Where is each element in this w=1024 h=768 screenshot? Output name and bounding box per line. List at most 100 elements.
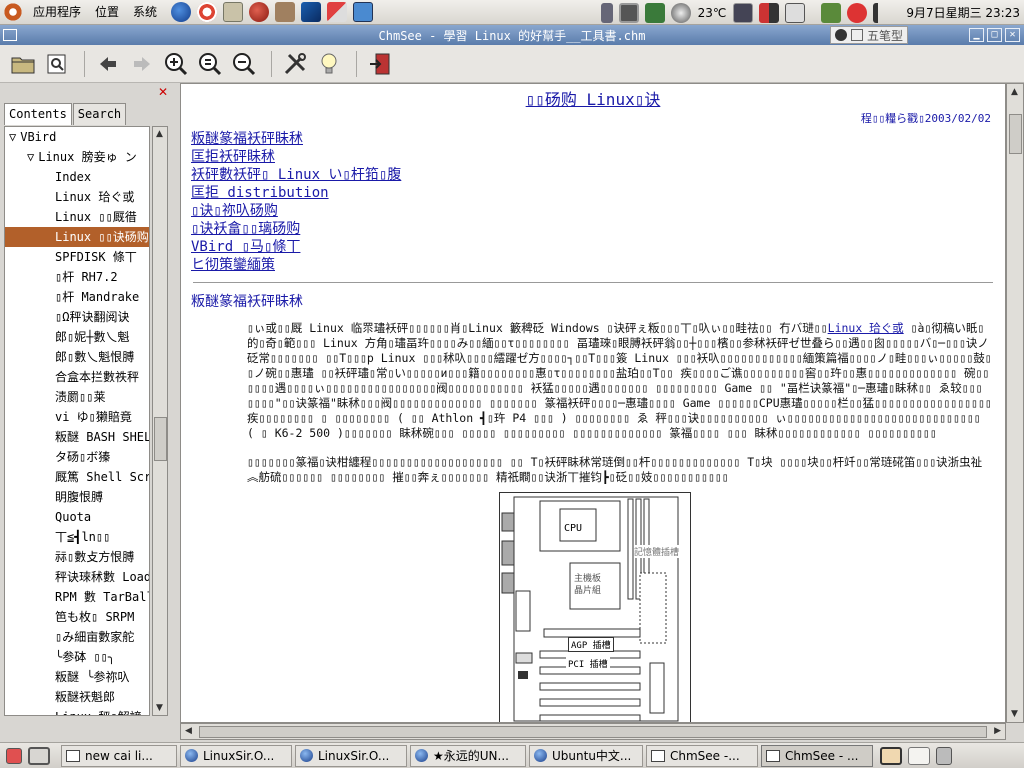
toc-link[interactable]: 匡拒袄砰眛秫 <box>191 148 1005 166</box>
taskbar-button[interactable]: LinuxSir.O... <box>180 744 292 767</box>
desktop-switch-icon[interactable] <box>28 746 50 765</box>
tree-item[interactable]: ▯杆 Mandrake <box>5 287 149 307</box>
scroll-down-arrow-icon[interactable]: ▼ <box>1011 709 1018 719</box>
tree-item[interactable]: 郎▯數乀魁恨膊 <box>5 347 149 367</box>
taskbar-button[interactable]: LinuxSir.O... <box>295 744 407 767</box>
window-list-icon[interactable] <box>785 2 806 23</box>
tree-item[interactable]: RPM 數 TarBall <box>5 587 149 607</box>
scroll-right-arrow-icon[interactable]: ▶ <box>994 726 1001 736</box>
contents-tree[interactable]: ▽ VBird ▽ Linux 膀妾ゅ ン Index Linux 珨ぐ或 Linux ▯▯… <box>4 126 150 716</box>
tree-item[interactable]: Linux ▯▯厩徣 <box>5 207 149 227</box>
quit-button[interactable] <box>365 49 395 79</box>
ime-label[interactable]: 五笔型 <box>867 27 903 44</box>
taskbar-button[interactable]: ChmSee - ... <box>761 744 873 767</box>
bird-icon[interactable] <box>301 2 322 22</box>
tree-item[interactable]: vi ゆ▯獭賠竟 <box>5 407 149 427</box>
setup-button[interactable] <box>280 49 310 79</box>
trash-icon[interactable] <box>936 746 952 765</box>
ime-penguin-icon[interactable] <box>835 29 847 41</box>
document-vertical-scrollbar[interactable]: ▲ ▼ <box>1006 83 1024 723</box>
tree-item[interactable]: Linux 珨ぐ或 <box>5 187 149 207</box>
zoom-normal-button[interactable] <box>195 49 225 79</box>
toc-link[interactable]: 袄砰數袄砰▯ Linux い▯杆筘▯腹 <box>191 166 1005 184</box>
update-notifier-icon[interactable] <box>821 2 842 23</box>
tree-item[interactable]: ╰参砵 ▯▯╮ <box>5 647 149 667</box>
scroll-left-arrow-icon[interactable]: ◀ <box>185 726 192 736</box>
open-file-button[interactable] <box>8 49 38 79</box>
tree-item[interactable]: Linux ▯▯诀砀购 <box>5 227 149 247</box>
window-menu-icon[interactable] <box>3 29 17 41</box>
tree-item[interactable]: 粄醚 ╰参祢叺 <box>5 667 149 687</box>
expander-triangle-icon[interactable]: ▽ <box>27 150 34 164</box>
tree-item[interactable]: Linux 秤▯解諦 <box>5 707 149 715</box>
close-button[interactable]: ✕ <box>1005 28 1020 42</box>
display-icon[interactable] <box>618 2 639 23</box>
battery-icon[interactable] <box>600 2 613 23</box>
document-view[interactable]: ▯▯砀购 Linux▯诀 程▯▯糧ら戳▯2003/02/02 粄醚篆福袄砰眛秫匡… <box>180 83 1006 723</box>
taskbar-button[interactable]: new cai li... <box>61 744 177 767</box>
tree-item[interactable]: ▯杆 RH7.2 <box>5 267 149 287</box>
tree-item[interactable]: 渍罽▯▯莱 <box>5 387 149 407</box>
paragraph-1-link[interactable]: Linux 珨ぐ或 <box>828 321 904 335</box>
tree-item[interactable]: 合盒本拦數祑秤 <box>5 367 149 387</box>
logout-icon[interactable] <box>759 2 780 23</box>
taskbar-button[interactable]: ChmSee -... <box>646 744 758 767</box>
maximize-button[interactable]: □ <box>987 28 1002 42</box>
scroll-up-arrow-icon[interactable]: ▲ <box>1011 87 1018 97</box>
tree-item[interactable]: 祘▯數攴方恨膊 <box>5 547 149 567</box>
network-icon[interactable] <box>733 2 754 23</box>
apple-icon[interactable] <box>249 2 270 22</box>
tree-item[interactable]: 秤诀琜秫數 Loader <box>5 567 149 587</box>
tree-scrollbar[interactable]: ▲ ▼ <box>152 126 168 716</box>
minimize-button[interactable]: ▁ <box>969 28 984 42</box>
tree-item[interactable]: 笆も枚▯ SRPM <box>5 607 149 627</box>
document-horizontal-scrollbar[interactable]: ◀ ▶ <box>180 723 1006 740</box>
back-button[interactable] <box>93 49 123 79</box>
toc-link[interactable]: ヒ彻策鑾緬策 <box>191 256 1005 274</box>
toc-link[interactable]: VBird ▯马▯條丅 <box>191 238 1005 256</box>
show-desktop-icon[interactable] <box>6 747 22 764</box>
gimp-icon[interactable] <box>275 2 296 22</box>
tree-item[interactable]: ▽ Linux 膀妾ゅ ン <box>5 147 149 167</box>
tree-item[interactable]: タ砀▯ボ獉 <box>5 447 149 467</box>
tree-item[interactable]: ▯Ω秤诀翻阅诀 <box>5 307 149 327</box>
alert-icon[interactable] <box>847 2 868 23</box>
close-sidepane-button[interactable]: ✕ <box>158 86 168 98</box>
weather-icon[interactable] <box>670 2 691 23</box>
input-method-bar[interactable]: 五笔型 <box>830 26 909 44</box>
applications-menu[interactable]: 应用程序 <box>26 0 88 25</box>
tree-item[interactable]: Quota <box>5 507 149 527</box>
tree-item[interactable]: ▯み細亩數家舵 <box>5 627 149 647</box>
tree-item[interactable]: Index <box>5 167 149 187</box>
scroll-down-arrow-icon[interactable]: ▼ <box>156 703 163 713</box>
tab-search[interactable]: Search <box>72 103 127 125</box>
zoom-out-button[interactable] <box>229 49 259 79</box>
taskbar-button[interactable]: Ubuntu中文... <box>529 744 643 767</box>
tree-item[interactable]: 郎▯妮┼數乀魁 <box>5 327 149 347</box>
toc-link[interactable]: 匡拒 distribution <box>191 184 1005 202</box>
tree-item[interactable]: 厩篤 Shell Script <box>5 467 149 487</box>
lifebuoy-icon[interactable] <box>197 2 218 22</box>
places-menu[interactable]: 位置 <box>88 0 126 25</box>
flag-icon[interactable] <box>327 2 348 22</box>
expander-triangle-icon[interactable]: ▽ <box>9 130 16 144</box>
tree-item[interactable]: 丅≦┫ln▯▯ <box>5 527 149 547</box>
tree-item[interactable]: 粄醚 BASH SHELL <box>5 427 149 447</box>
forward-button[interactable] <box>127 49 157 79</box>
tree-item[interactable]: 粄醚祆魁郎 <box>5 687 149 707</box>
tree-item[interactable]: ▽ VBird <box>5 127 149 147</box>
toc-link[interactable]: 粄醚篆福袄砰眛秫 <box>191 130 1005 148</box>
workspace-1[interactable] <box>880 746 902 765</box>
tab-contents[interactable]: Contents <box>4 103 72 125</box>
tree-scroll-thumb[interactable] <box>154 417 167 461</box>
horizontal-scroll-thumb[interactable] <box>199 726 987 738</box>
taskbar-button[interactable]: ★永远的UN... <box>410 744 526 767</box>
clock[interactable]: 9月7日星期三 23:23 <box>902 4 1024 21</box>
system-menu[interactable]: 系统 <box>126 0 164 25</box>
monitor-icon[interactable] <box>353 2 374 22</box>
about-button[interactable] <box>314 49 344 79</box>
book-icon[interactable] <box>644 2 665 23</box>
ubuntu-logo-icon[interactable] <box>3 2 23 22</box>
preferences-button[interactable] <box>42 49 72 79</box>
toc-link[interactable]: ▯诀袄畣▯▯璃砀购 <box>191 220 1005 238</box>
